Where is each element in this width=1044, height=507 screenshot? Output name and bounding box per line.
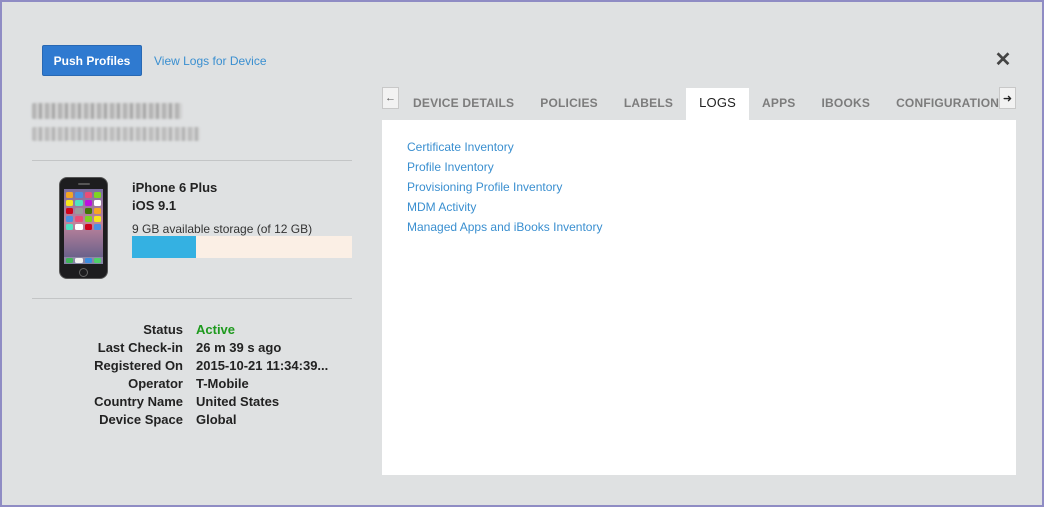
phone-app-icon	[93, 200, 101, 206]
tab-labels[interactable]: LABELS	[611, 88, 686, 120]
tab-ibooks[interactable]: IBOOKS	[809, 88, 884, 120]
phone-app-icon	[93, 208, 101, 214]
phone-app-icon	[93, 216, 101, 222]
device-details-modal: Push Profiles View Logs for Device ✕ iPh…	[0, 0, 1044, 507]
phone-app-icon	[93, 224, 101, 230]
phone-screen	[64, 189, 103, 264]
storage-bar-fill	[132, 236, 196, 258]
certificate-inventory-link[interactable]: Certificate Inventory	[407, 140, 602, 160]
tab-logs[interactable]: LOGS	[686, 88, 750, 120]
phone-app-icon	[93, 192, 101, 198]
push-profiles-button[interactable]: Push Profiles	[42, 45, 142, 76]
info-label: Last Check-in	[97, 340, 183, 355]
info-row-last-checkin: Last Check-in 26 m 39 s ago	[32, 339, 328, 357]
phone-app-icon	[84, 208, 92, 214]
phone-app-icon	[75, 200, 83, 206]
phone-app-icon	[75, 192, 83, 198]
info-row-registered-on: Registered On 2015-10-21 11:34:39...	[32, 357, 328, 375]
phone-app-icon	[75, 216, 83, 222]
divider	[32, 160, 352, 161]
managed-apps-ibooks-inventory-link[interactable]: Managed Apps and iBooks Inventory	[407, 220, 602, 240]
tab-bar: DEVICE DETAILS POLICIES LABELS LOGS APPS…	[400, 88, 1020, 120]
phone-home-button	[79, 268, 88, 277]
info-label: Operator	[128, 376, 183, 391]
tab-scroll-left-icon[interactable]: ←	[382, 87, 399, 109]
info-value: Global	[196, 412, 237, 427]
provisioning-profile-inventory-link[interactable]: Provisioning Profile Inventory	[407, 180, 602, 200]
divider	[32, 298, 352, 299]
phone-app-icon	[75, 208, 83, 214]
info-label: Registered On	[94, 358, 183, 373]
tab-scroll-right-icon[interactable]: ➜	[999, 87, 1016, 109]
logs-panel: Certificate Inventory Profile Inventory …	[382, 120, 1016, 475]
phone-app-icon	[66, 216, 74, 222]
info-label: Device Space	[99, 412, 183, 427]
profile-inventory-link[interactable]: Profile Inventory	[407, 160, 602, 180]
device-image	[59, 177, 108, 279]
device-os: iOS 9.1	[132, 198, 177, 213]
info-row-status: Status Active	[32, 321, 328, 339]
phone-app-icon	[84, 224, 92, 230]
info-row-country: Country Name United States	[32, 393, 328, 411]
mdm-activity-link[interactable]: MDM Activity	[407, 200, 602, 220]
view-logs-link[interactable]: View Logs for Device	[154, 54, 267, 68]
close-icon[interactable]: ✕	[994, 50, 1012, 70]
info-value: United States	[196, 394, 280, 409]
phone-dock	[64, 257, 103, 264]
user-email-redacted	[32, 127, 200, 141]
phone-app-icon	[66, 208, 74, 214]
phone-app-icon	[66, 224, 74, 230]
info-value: T-Mobile	[196, 376, 249, 391]
tab-policies[interactable]: POLICIES	[527, 88, 611, 120]
device-info-list: Status Active Last Check-in 26 m 39 s ag…	[32, 321, 328, 429]
phone-app-icon	[66, 200, 74, 206]
phone-app-icon	[84, 200, 92, 206]
info-label: Country Name	[94, 394, 183, 409]
info-label: Status	[143, 322, 183, 337]
phone-app-icon	[84, 192, 92, 198]
tab-apps[interactable]: APPS	[749, 88, 808, 120]
storage-text: 9 GB available storage (of 12 GB)	[132, 222, 313, 236]
device-model: iPhone 6 Plus	[132, 180, 218, 195]
info-row-operator: Operator T-Mobile	[32, 375, 328, 393]
logs-link-list: Certificate Inventory Profile Inventory …	[407, 140, 602, 240]
info-value: 26 m 39 s ago	[196, 340, 282, 355]
info-row-device-space: Device Space Global	[32, 411, 328, 429]
storage-bar	[132, 236, 352, 258]
phone-speaker	[78, 183, 90, 185]
user-name-redacted	[32, 103, 182, 119]
tab-device-details[interactable]: DEVICE DETAILS	[400, 88, 527, 120]
phone-app-icon	[75, 224, 83, 230]
status-value: Active	[196, 322, 236, 337]
info-value: 2015-10-21 11:34:39...	[196, 358, 329, 373]
phone-app-icon	[84, 216, 92, 222]
phone-app-icon	[66, 192, 74, 198]
